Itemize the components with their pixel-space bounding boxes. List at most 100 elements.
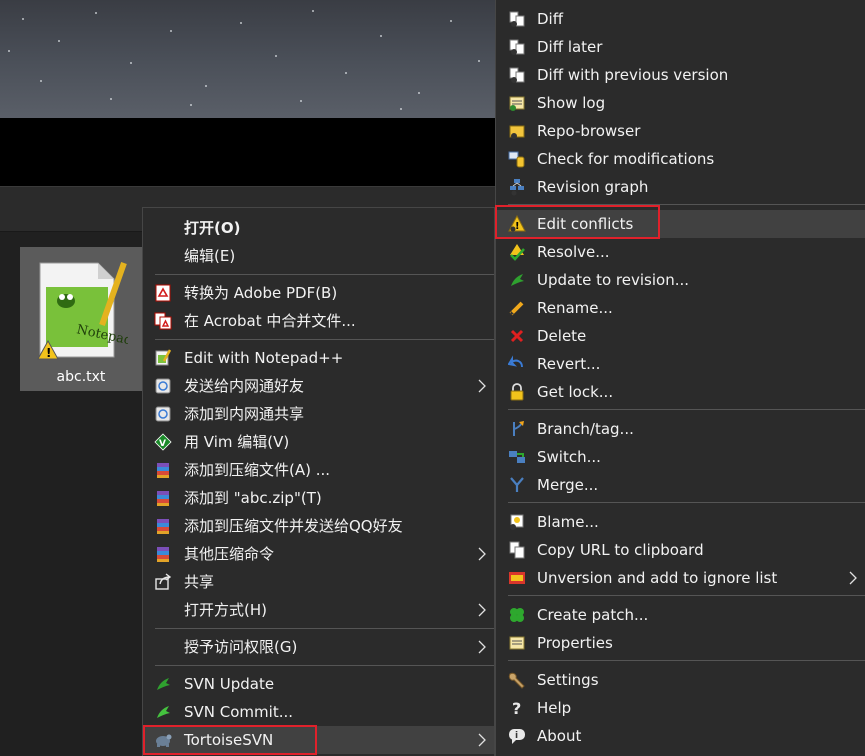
diff-later-icon [509,39,525,55]
revision-graph-icon [510,179,524,196]
resolve-icon [510,244,525,261]
svn-item-edit-conflicts[interactable]: ! Edit conflicts [496,210,865,238]
svn-item-update-to-revision[interactable]: Update to revision... [496,266,865,294]
check-modifications-icon [508,151,525,168]
show-log-icon [509,96,525,111]
menu-item-open[interactable]: 打开(O) [143,214,494,242]
menu-item-label: 打开方式(H) [184,601,267,619]
svn-item-delete[interactable]: Delete [496,322,865,350]
menu-item-convert-to-pdf[interactable]: 转换为 Adobe PDF(B) [143,279,494,307]
menu-item-label: Resolve... [537,243,610,261]
menu-item-label: 添加到压缩文件(A) ... [184,461,331,479]
svg-text:V: V [159,439,166,449]
desktop-wallpaper [0,0,500,118]
menu-item-label: 添加到压缩文件并发送给QQ好友 [184,517,403,535]
revert-icon [508,355,523,368]
menu-item-label: Revision graph [537,178,649,196]
menu-item-label: Edit with Notepad++ [184,349,344,367]
menu-item-label: 转换为 Adobe PDF(B) [184,284,338,302]
menu-item-other-compress[interactable]: 其他压缩命令 [143,540,494,568]
update-to-revision-icon [511,274,524,286]
menu-item-label: Unversion and add to ignore list [537,569,778,587]
blame-icon [510,514,524,530]
menu-item-label: 打开(O) [184,219,241,237]
menu-item-label: SVN Commit... [184,703,293,721]
svn-item-properties[interactable]: Properties [496,629,865,657]
svn-item-resolve[interactable]: Resolve... [496,238,865,266]
menu-item-label: 添加到 "abc.zip"(T) [184,489,322,507]
menu-item-share[interactable]: 共享 [143,568,494,596]
menu-item-label: Copy URL to clipboard [537,541,704,559]
svn-item-revision-graph[interactable]: Revision graph [496,173,865,201]
menu-item-edit-vim[interactable]: V 用 Vim 编辑(V) [143,428,494,456]
menu-item-add-abc-zip[interactable]: 添加到 "abc.zip"(T) [143,484,494,512]
svg-text:!: ! [515,221,520,232]
menu-item-label: 用 Vim 编辑(V) [184,433,290,451]
svn-item-unversion-ignore[interactable]: Unversion and add to ignore list [496,564,865,592]
svn-item-repo-browser[interactable]: Repo-browser [496,117,865,145]
menu-item-label: 其他压缩命令 [184,545,275,563]
menu-item-label: Blame... [537,513,599,531]
svn-item-check-modifications[interactable]: Check for modifications [496,145,865,173]
intranet-share-icon [155,406,171,422]
menu-separator [155,628,494,629]
branch-tag-icon [513,421,524,436]
file-item-abc-txt[interactable]: Notepad ! abc.txt [20,247,142,391]
notepad-plus-plus-icon [155,349,172,366]
menu-item-label: SVN Update [184,675,275,693]
svg-text:?: ? [512,699,521,717]
svn-item-copy-url[interactable]: Copy URL to clipboard [496,536,865,564]
menu-item-label: Branch/tag... [537,420,634,438]
menu-item-label: Update to revision... [537,271,689,289]
intranet-send-icon [155,378,171,394]
menu-item-label: Merge... [537,476,599,494]
menu-item-grant-access[interactable]: 授予访问权限(G) [143,633,494,661]
menu-item-label: Help [537,699,572,717]
menu-item-label: Switch... [537,448,601,466]
menu-item-svn-update[interactable]: SVN Update [143,670,494,698]
svn-item-switch[interactable]: Switch... [496,443,865,471]
menu-item-acrobat-combine[interactable]: 在 Acrobat 中合并文件... [143,307,494,335]
menu-separator [508,660,865,661]
menu-item-label: 添加到内网通共享 [184,405,305,423]
svn-item-rename[interactable]: Rename... [496,294,865,322]
menu-item-edit-notepadpp[interactable]: Edit with Notepad++ [143,344,494,372]
svn-item-get-lock[interactable]: Get lock... [496,378,865,406]
patch-icon [510,608,524,622]
lock-icon [510,383,524,401]
menu-item-label: 授予访问权限(G) [184,638,298,656]
menu-item-archive-send-qq[interactable]: 添加到压缩文件并发送给QQ好友 [143,512,494,540]
menu-item-svn-commit[interactable]: SVN Commit... [143,698,494,726]
repo-browser-icon [509,125,525,139]
menu-item-label: Diff with previous version [537,66,729,84]
diff-previous-icon [509,67,525,83]
menu-item-label: Properties [537,634,613,652]
menu-separator [508,595,865,596]
svn-item-diff-later[interactable]: Diff later [496,33,865,61]
svn-item-blame[interactable]: Blame... [496,508,865,536]
rename-icon [509,301,524,316]
svn-item-branch-tag[interactable]: Branch/tag... [496,415,865,443]
menu-item-tortoisesvn[interactable]: TortoiseSVN [143,726,494,754]
menu-item-open-with[interactable]: 打开方式(H) [143,596,494,624]
menu-separator [155,274,494,275]
svn-item-revert[interactable]: Revert... [496,350,865,378]
menu-item-label: 共享 [184,573,215,591]
menu-item-send-intranet-friend[interactable]: 发送给内网通好友 [143,372,494,400]
svn-item-diff-previous[interactable]: Diff with previous version [496,61,865,89]
menu-item-add-archive[interactable]: 添加到压缩文件(A) ... [143,456,494,484]
svn-item-about[interactable]: i About [496,722,865,750]
svn-item-diff[interactable]: Diff [496,5,865,33]
menu-item-label: Settings [537,671,599,689]
svn-item-help[interactable]: ? Help [496,694,865,722]
svn-item-create-patch[interactable]: Create patch... [496,601,865,629]
svn-item-merge[interactable]: Merge... [496,471,865,499]
edit-conflicts-icon: ! [508,215,526,232]
menu-item-add-intranet-share[interactable]: 添加到内网通共享 [143,400,494,428]
share-icon [155,573,172,590]
svn-item-settings[interactable]: Settings [496,666,865,694]
menu-item-edit[interactable]: 编辑(E) [143,242,494,270]
help-icon: ? [512,699,521,717]
menu-item-label: Create patch... [537,606,649,624]
svn-item-show-log[interactable]: Show log [496,89,865,117]
